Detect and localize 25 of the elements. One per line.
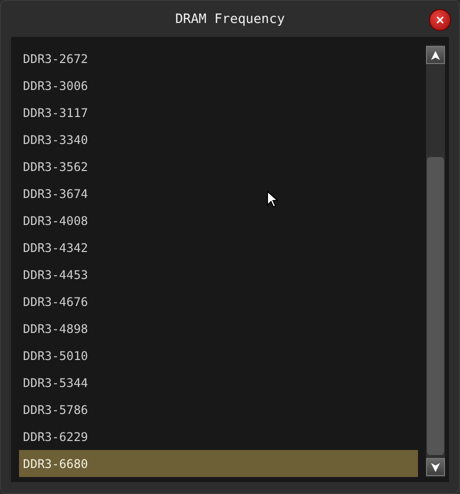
window-title: DRAM Frequency xyxy=(175,12,285,26)
frequency-option[interactable]: DDR3-5344 xyxy=(19,369,418,396)
scroll-up-button[interactable] xyxy=(426,46,445,64)
up-arrow-icon xyxy=(431,50,440,60)
frequency-option[interactable]: DDR3-3674 xyxy=(19,180,418,207)
mouse-pointer-icon xyxy=(267,191,278,208)
frequency-option[interactable]: DDR3-2672 xyxy=(19,45,418,72)
frequency-option[interactable]: DDR3-4898 xyxy=(19,315,418,342)
close-button[interactable]: ✕ xyxy=(429,9,451,31)
frequency-option[interactable]: DDR3-3562 xyxy=(19,153,418,180)
frequency-option[interactable]: DDR3-4008 xyxy=(19,207,418,234)
down-arrow-icon xyxy=(431,462,440,472)
frequency-option[interactable]: DDR3-3340 xyxy=(19,126,418,153)
frequency-option[interactable]: DDR3-4453 xyxy=(19,261,418,288)
frequency-option[interactable]: DDR3-5010 xyxy=(19,342,418,369)
scroll-down-button[interactable] xyxy=(426,458,445,476)
frequency-option[interactable]: DDR3-6680 xyxy=(19,450,418,477)
frequency-option[interactable]: DDR3-5786 xyxy=(19,396,418,423)
frequency-option[interactable]: DDR3-4676 xyxy=(19,288,418,315)
frequency-option[interactable]: DDR3-3117 xyxy=(19,99,418,126)
scrollbar[interactable] xyxy=(426,45,445,477)
frequency-option[interactable]: DDR3-4342 xyxy=(19,234,418,261)
frequency-option[interactable]: DDR3-6229 xyxy=(19,423,418,450)
frequency-option[interactable]: DDR3-3006 xyxy=(19,72,418,99)
scroll-thumb[interactable] xyxy=(427,157,444,455)
